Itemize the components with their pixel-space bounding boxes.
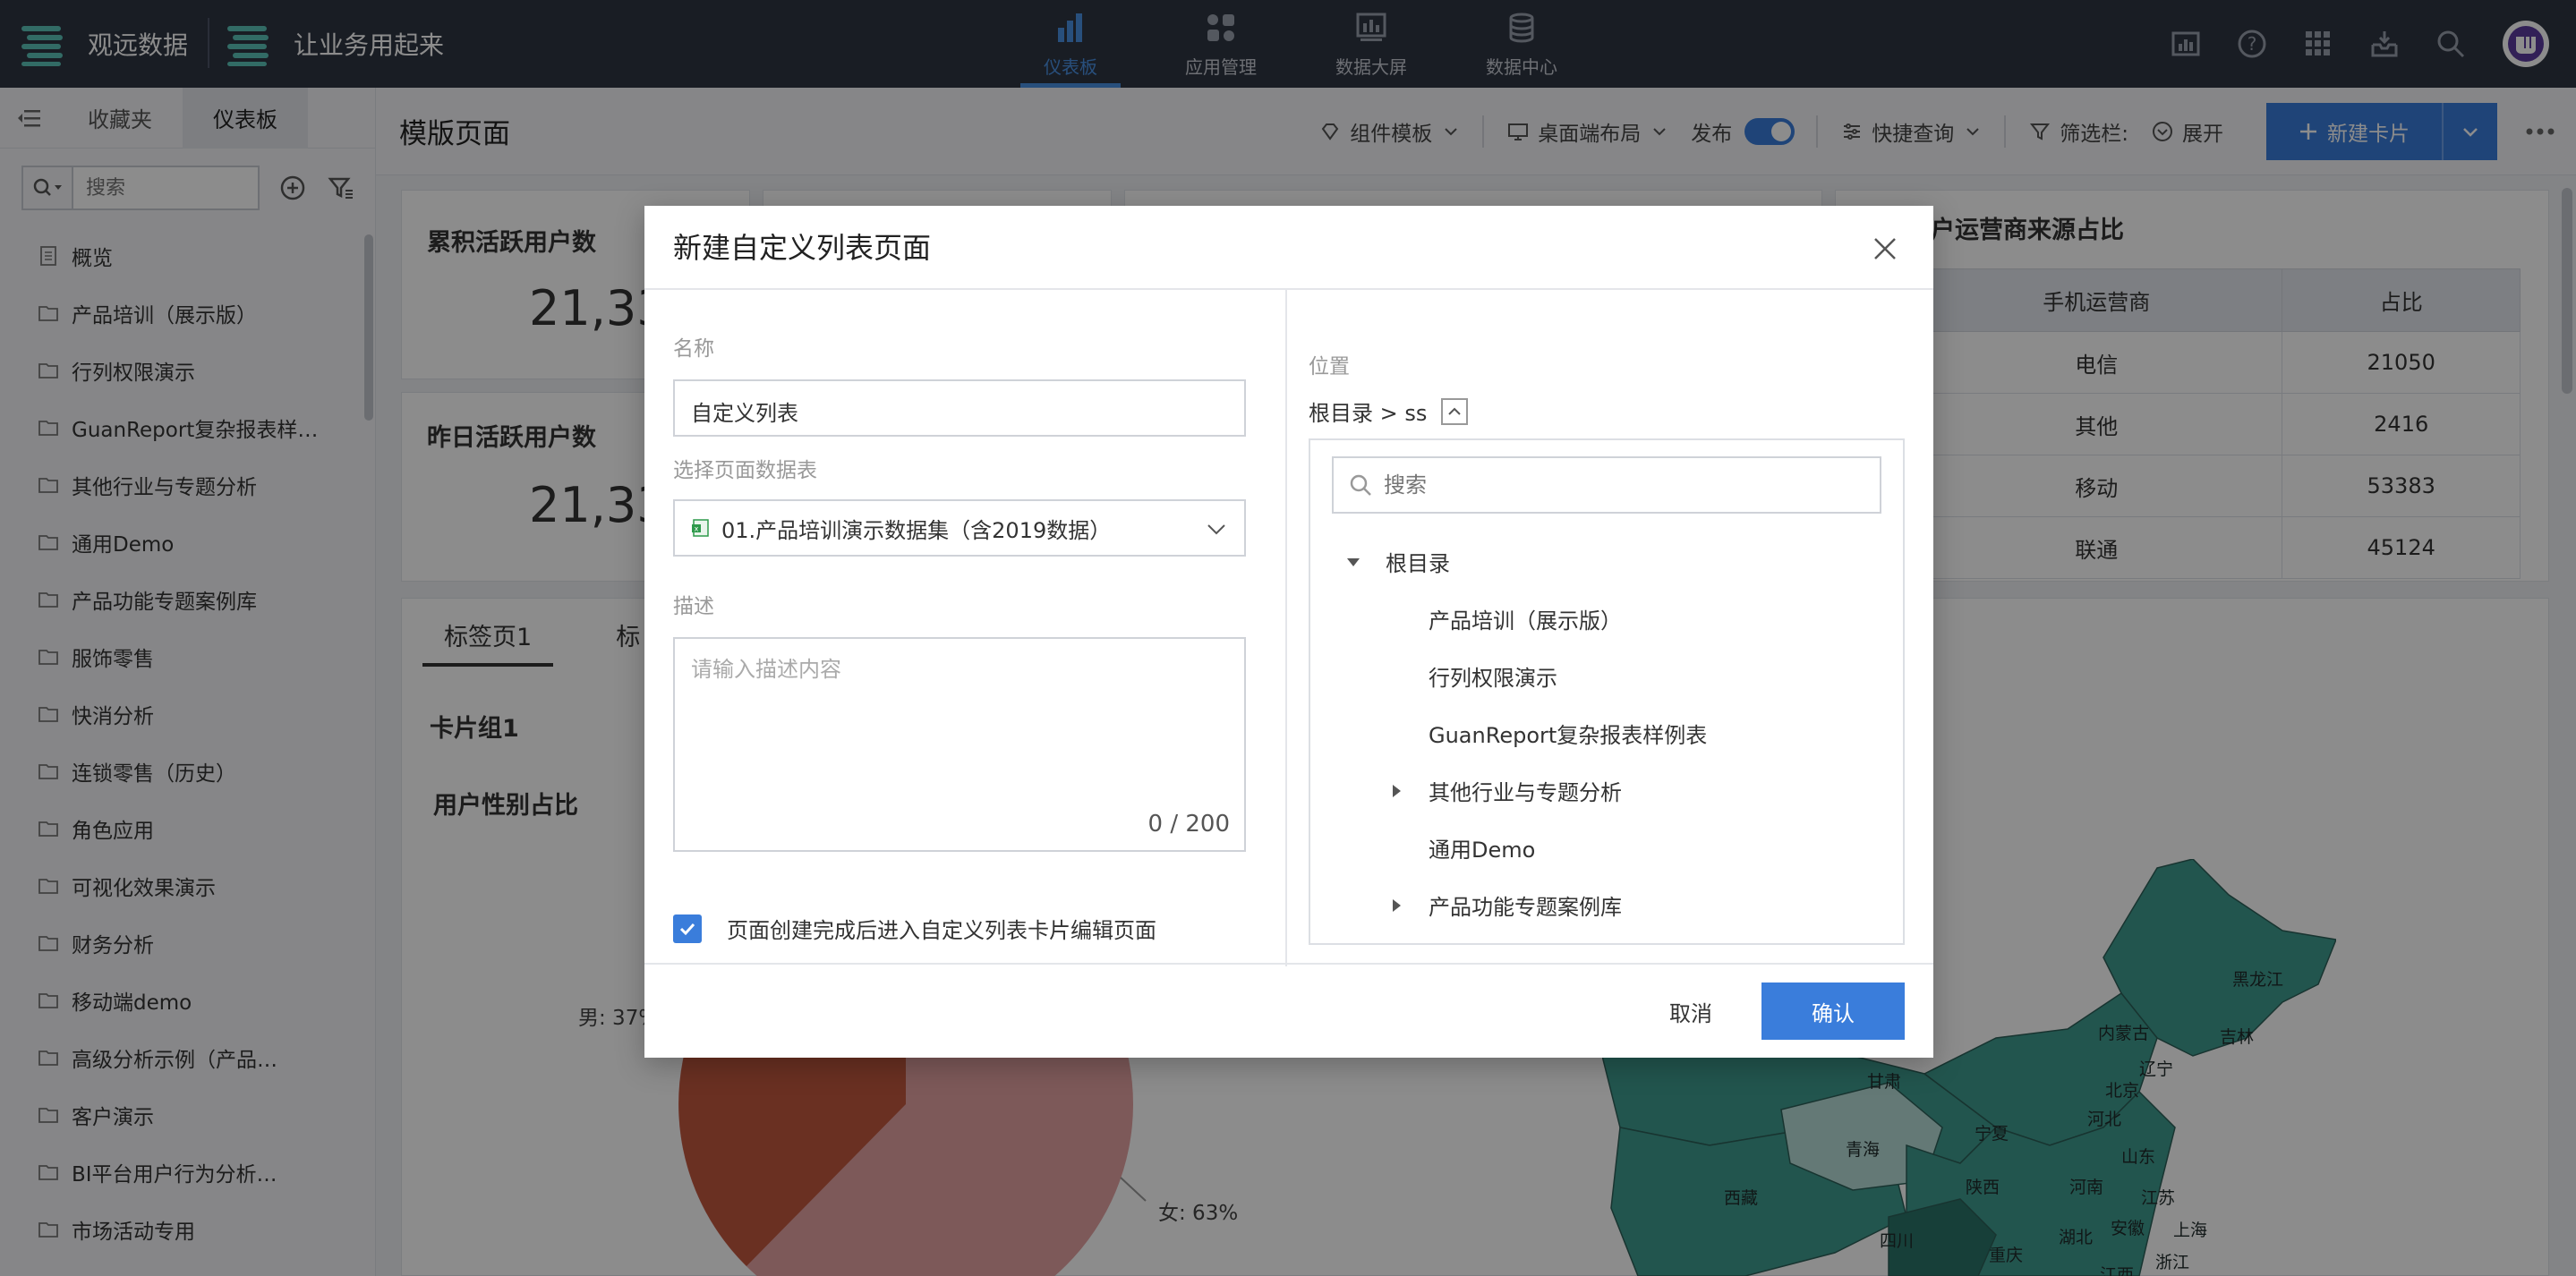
- enter-editor-option: 页面创建完成后进入自定义列表卡片编辑页面: [673, 913, 1156, 944]
- tree-node[interactable]: 其他行业与专题分析: [1387, 775, 1622, 806]
- dialog-footer-divider: [644, 963, 1933, 965]
- chevron-down-icon: [1205, 517, 1228, 540]
- tree-node[interactable]: 产品功能专题案例库: [1387, 889, 1622, 921]
- tree-search: [1332, 456, 1881, 514]
- dialog-column-divider: [1285, 290, 1287, 966]
- tree-search-input[interactable]: [1384, 472, 1867, 498]
- tree-node-label: GuanReport复杂报表样例表: [1429, 723, 1708, 748]
- checkbox-label: 页面创建完成后进入自定义列表卡片编辑页面: [727, 918, 1156, 943]
- collapse-tree-button[interactable]: [1441, 397, 1469, 425]
- new-custom-list-dialog: 新建自定义列表页面 名称 自定义列表 选择页面数据表 x 01.产品培训演示数据…: [644, 206, 1933, 1058]
- dialog-header-divider: [644, 288, 1933, 290]
- caret-down-icon[interactable]: [1344, 553, 1362, 571]
- name-field[interactable]: 自定义列表: [673, 379, 1246, 437]
- char-counter: 0 / 200: [1147, 811, 1230, 838]
- tree-node-label: 产品功能专题案例库: [1429, 895, 1622, 920]
- confirm-button[interactable]: 确认: [1761, 983, 1905, 1040]
- folder-tree: 根目录产品培训（展示版） 行列权限演示 GuanReport复杂报表样例表其他行业与…: [1309, 438, 1905, 945]
- tree-node-label: 产品培训（展示版）: [1429, 608, 1622, 634]
- tree-node-label: 根目录: [1386, 551, 1450, 576]
- datasource-select[interactable]: x 01.产品培训演示数据集（含2019数据）: [673, 499, 1246, 557]
- tree-node[interactable]: 通用Demo: [1387, 832, 1535, 863]
- description-input[interactable]: [675, 639, 1244, 800]
- tree-node[interactable]: 根目录: [1344, 546, 1450, 577]
- dialog-title: 新建自定义列表页面: [673, 231, 932, 265]
- tree-node[interactable]: 产品培训（展示版）: [1387, 603, 1622, 634]
- datasource-label: 选择页面数据表: [673, 459, 817, 482]
- cancel-button[interactable]: 取消: [1642, 983, 1740, 1040]
- tree-node-label: 通用Demo: [1429, 838, 1536, 863]
- svg-text:x: x: [695, 525, 699, 533]
- enter-editor-checkbox[interactable]: [673, 914, 702, 943]
- description-field: 0 / 200: [673, 637, 1246, 852]
- datasource-value: 01.产品培训演示数据集（含2019数据）: [721, 517, 1112, 543]
- caret-right-icon[interactable]: [1387, 782, 1405, 800]
- tree-node[interactable]: GuanReport复杂报表样例表: [1387, 718, 1707, 749]
- close-icon[interactable]: [1869, 233, 1901, 265]
- excel-icon: x: [691, 518, 711, 538]
- tree-node-label: 行列权限演示: [1429, 666, 1557, 691]
- location-path-row: 根目录 > ss: [1309, 396, 1469, 427]
- name-label: 名称: [673, 337, 714, 361]
- location-label: 位置: [1309, 355, 1350, 379]
- tree-node[interactable]: 行列权限演示: [1387, 660, 1557, 692]
- tree-node-label: 其他行业与专题分析: [1429, 780, 1622, 805]
- description-label: 描述: [673, 595, 714, 618]
- caret-right-icon[interactable]: [1387, 897, 1405, 914]
- location-path: 根目录 > ss: [1309, 401, 1428, 426]
- search-icon: [1348, 472, 1373, 498]
